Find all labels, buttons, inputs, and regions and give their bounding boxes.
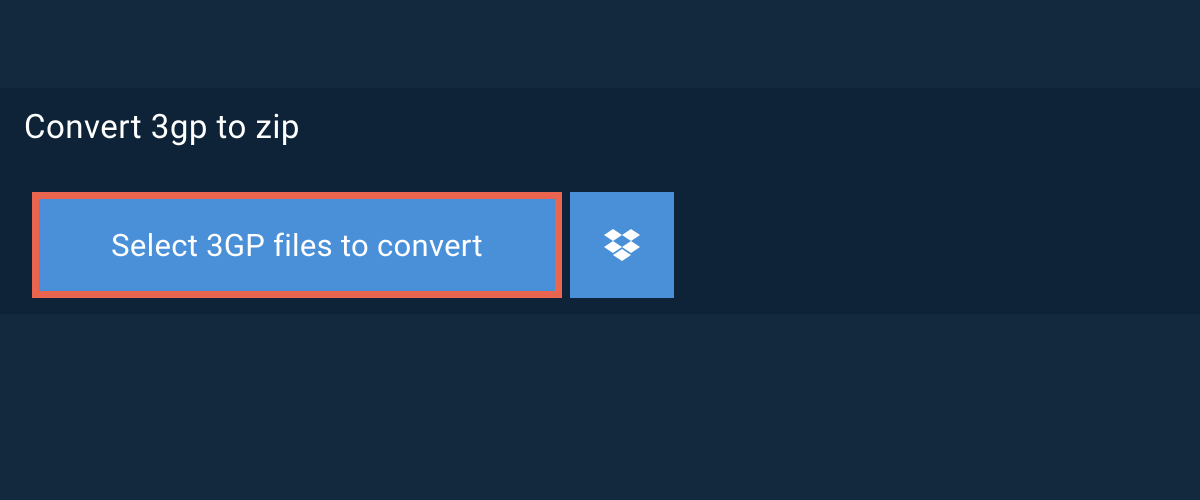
- select-files-button[interactable]: Select 3GP files to convert: [32, 192, 562, 298]
- tab-title: Convert 3gp to zip: [24, 108, 300, 147]
- tab-convert[interactable]: Convert 3gp to zip: [0, 88, 410, 166]
- dropbox-icon: [604, 229, 640, 261]
- select-files-label: Select 3GP files to convert: [111, 227, 483, 264]
- dropbox-button[interactable]: [570, 192, 674, 298]
- button-row: Select 3GP files to convert: [32, 192, 674, 298]
